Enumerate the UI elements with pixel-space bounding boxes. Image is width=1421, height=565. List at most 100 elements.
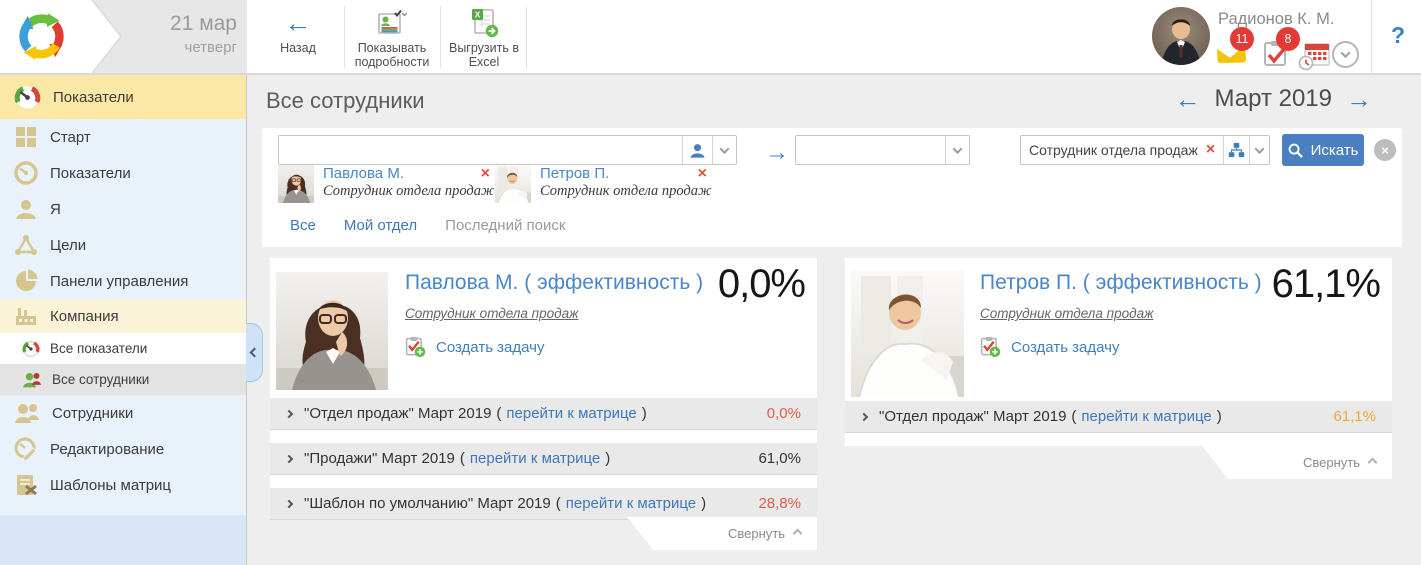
collapse-label: Свернуть	[1303, 455, 1360, 470]
prev-month-arrow[interactable]: ←	[1175, 86, 1201, 112]
chevron-down-icon	[953, 144, 963, 154]
matrix-row[interactable]: "Продажи" Март 2019 ( перейти к матрице …	[270, 443, 817, 475]
period-label: Март 2019	[1215, 85, 1332, 113]
sidebar-item-all-employees[interactable]: Все сотрудники	[0, 364, 246, 395]
sidebar-label: Цели	[50, 237, 86, 254]
employee-card-pavlova: Павлова М. ( эффективность ) Сотрудник о…	[270, 258, 817, 517]
sidebar-item-employees[interactable]: Сотрудники	[0, 395, 246, 431]
goto-matrix-link[interactable]: перейти к матрице	[470, 450, 600, 467]
matrix-row-title: "Продажи" Март 2019	[304, 450, 455, 467]
user-menu-chevron[interactable]	[1332, 41, 1359, 68]
employee-photo	[276, 272, 388, 390]
role-dropdown-button[interactable]	[1249, 136, 1269, 164]
chip-photo	[495, 165, 531, 203]
search-button-label: Искать	[1311, 142, 1359, 159]
factory-icon	[14, 304, 38, 328]
employee-search-input[interactable]	[279, 136, 682, 164]
role-filter-group: Сотрудник отдела продаж ×	[1020, 135, 1270, 165]
person-picker-button[interactable]	[682, 136, 712, 164]
sidebar-footer-area	[0, 515, 246, 565]
employee-card-title[interactable]: Павлова М. ( эффективность )	[405, 271, 703, 295]
app-logo-icon[interactable]	[14, 9, 69, 64]
sidebar-item-start[interactable]: Старт	[0, 119, 246, 155]
collapse-card-button[interactable]: Свернуть	[1202, 446, 1392, 479]
user-avatar[interactable]	[1152, 7, 1210, 65]
show-details-icon	[377, 9, 407, 37]
employee-card-title[interactable]: Петров П. ( эффективность )	[980, 271, 1262, 295]
target-input[interactable]	[796, 136, 945, 164]
search-button[interactable]: Искать	[1282, 134, 1364, 166]
expand-chevron-icon[interactable]	[285, 409, 293, 417]
create-task-link[interactable]: Создать задачу	[405, 336, 544, 358]
matrix-row[interactable]: "Отдел продаж" Март 2019 ( перейти к мат…	[270, 398, 817, 430]
matrix-row[interactable]: "Отдел продаж" Март 2019 ( перейти к мат…	[845, 401, 1392, 433]
back-button[interactable]: ← Назад	[262, 8, 334, 68]
toolbar-separator	[526, 6, 527, 68]
chip-employee-role: Сотрудник отдела продаж	[323, 183, 494, 200]
sidebar-item-company[interactable]: Компания	[0, 299, 246, 333]
next-month-arrow[interactable]: →	[1346, 86, 1372, 112]
sidebar-item-all-indicators[interactable]: Все показатели	[0, 333, 246, 364]
goto-matrix-link[interactable]: перейти к матрице	[1081, 408, 1211, 425]
goto-matrix-link[interactable]: перейти к матрице	[566, 495, 696, 512]
target-dropdown-button[interactable]	[945, 136, 969, 164]
excel-icon: X	[469, 8, 499, 38]
chip-employee-name[interactable]: Павлова М.	[323, 165, 404, 182]
remove-filter-icon[interactable]: ×	[1206, 142, 1215, 158]
user-name[interactable]: Радионов К. М.	[1218, 10, 1334, 29]
paren: (	[496, 405, 501, 422]
target-input-group	[795, 135, 970, 165]
sidebar-collapse-handle[interactable]	[246, 323, 263, 382]
templates-icon	[14, 473, 38, 497]
create-task-link[interactable]: Создать задачу	[980, 336, 1119, 358]
goto-matrix-link[interactable]: перейти к матрице	[506, 405, 636, 422]
calendar-clock-icon[interactable]	[1298, 42, 1331, 71]
clear-search-button[interactable]: ×	[1374, 139, 1396, 161]
remove-chip-icon[interactable]: ×	[481, 166, 490, 182]
export-excel-button[interactable]: X Выгрузить в Excel	[444, 8, 524, 68]
main-content: Все сотрудники ← Март 2019 → →	[247, 75, 1421, 565]
sidebar-label: Сотрудники	[52, 405, 133, 422]
period-navigator: ← Март 2019 →	[1175, 85, 1372, 113]
people-icon	[14, 402, 40, 424]
chip-employee-name[interactable]: Петров П.	[540, 165, 609, 182]
employee-card-role[interactable]: Сотрудник отдела продаж	[980, 306, 1153, 321]
current-date: 21 мар четверг	[170, 12, 237, 56]
sidebar-item-editing[interactable]: Редактирование	[0, 431, 246, 467]
gauge-icon	[14, 84, 41, 111]
quick-link-my-department[interactable]: Мой отдел	[344, 217, 417, 234]
sidebar-item-pokazateli-active[interactable]: Показатели	[0, 75, 246, 119]
sidebar-item-goals[interactable]: Цели	[0, 227, 246, 263]
sidebar-item-me[interactable]: Я	[0, 191, 246, 227]
svg-text:X: X	[475, 10, 481, 20]
topbar-left-region: 21 мар четверг	[0, 0, 247, 73]
chevron-left-icon	[249, 348, 259, 358]
expand-chevron-icon[interactable]	[860, 412, 868, 420]
matrix-row-title: "Отдел продаж" Март 2019	[304, 405, 491, 422]
matrix-row[interactable]: "Шаблон по умолчанию" Март 2019 ( перейт…	[270, 488, 817, 520]
employee-dropdown-button[interactable]	[712, 136, 736, 164]
date-day: 21 мар	[170, 12, 237, 36]
matrix-row-value: 61,0%	[758, 450, 801, 467]
sidebar-label: Редактирование	[50, 441, 164, 458]
expand-chevron-icon[interactable]	[285, 454, 293, 462]
sidebar-item-dashboards[interactable]: Панели управления	[0, 263, 246, 299]
chevron-down-icon	[1341, 48, 1351, 58]
org-structure-button[interactable]	[1223, 136, 1248, 164]
quick-link-all[interactable]: Все	[290, 217, 316, 234]
sidebar-item-matrix-templates[interactable]: Шаблоны матриц	[0, 467, 246, 503]
help-button[interactable]: ?	[1383, 22, 1413, 49]
create-task-icon	[980, 336, 1001, 358]
paren: )	[605, 450, 610, 467]
employee-card-role[interactable]: Сотрудник отдела продаж	[405, 306, 578, 321]
tasks-badge: 8	[1276, 27, 1300, 51]
collapse-card-button[interactable]: Свернуть	[627, 517, 817, 550]
top-bar: 21 мар четверг ← Назад Показывать подроб…	[0, 0, 1421, 75]
gauge-mini-icon	[22, 340, 40, 358]
remove-chip-icon[interactable]: ×	[698, 166, 707, 182]
sidebar-item-pokazateli[interactable]: Показатели	[0, 155, 246, 191]
expand-chevron-icon[interactable]	[285, 499, 293, 507]
efficiency-value: 0,0%	[718, 262, 805, 307]
show-details-button[interactable]: Показывать подробности	[350, 8, 434, 68]
back-arrow-icon: ←	[285, 10, 312, 36]
